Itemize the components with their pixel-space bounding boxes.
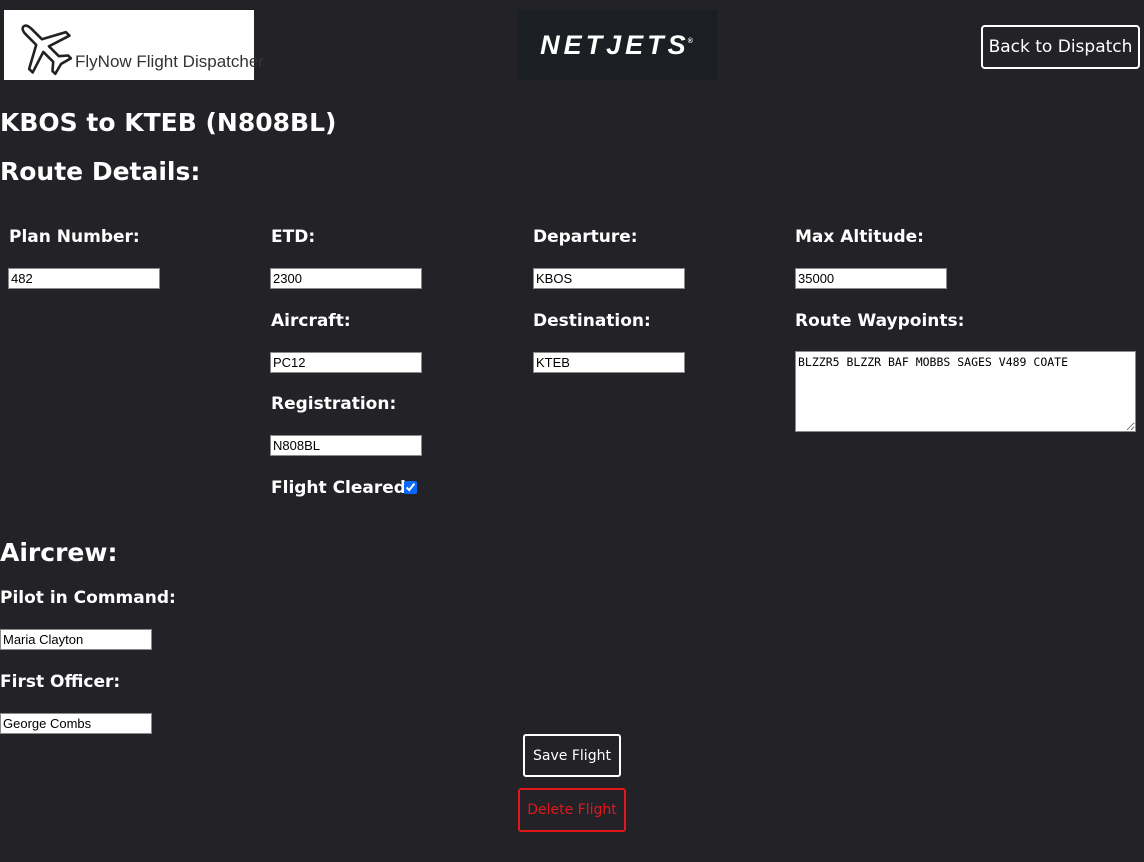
route-waypoints-field[interactable]: BLZZR5 BLZZR BAF MOBBS SAGES V489 COATE bbox=[795, 351, 1136, 432]
route-details-heading: Route Details: bbox=[0, 157, 201, 186]
save-flight-button[interactable]: Save Flight bbox=[523, 734, 621, 777]
etd-field[interactable] bbox=[270, 268, 422, 289]
flight-cleared-label: Flight Cleared bbox=[271, 478, 406, 498]
flight-cleared-checkbox[interactable] bbox=[404, 481, 417, 494]
back-to-dispatch-button[interactable]: Back to Dispatch bbox=[981, 25, 1140, 69]
netjets-logo: NETJETS® bbox=[518, 10, 717, 80]
registration-label: Registration: bbox=[271, 394, 397, 414]
netjets-logo-text: NETJETS® bbox=[540, 29, 693, 60]
delete-flight-button[interactable]: Delete Flight bbox=[518, 788, 626, 832]
pilot-in-command-label: Pilot in Command: bbox=[0, 588, 176, 608]
aircraft-label: Aircraft: bbox=[271, 311, 351, 331]
flynow-logo: FlyNow Flight Dispatcher bbox=[4, 10, 264, 80]
registration-field[interactable] bbox=[270, 435, 422, 456]
max-altitude-field[interactable] bbox=[795, 268, 947, 289]
logo-text: FlyNow Flight Dispatcher bbox=[75, 52, 264, 71]
max-altitude-label: Max Altitude: bbox=[795, 227, 924, 247]
destination-field[interactable] bbox=[533, 352, 685, 373]
plan-number-field[interactable] bbox=[8, 268, 160, 289]
departure-field[interactable] bbox=[533, 268, 685, 289]
aircrew-heading: Aircrew: bbox=[0, 538, 118, 567]
plan-number-label: Plan Number: bbox=[9, 227, 140, 247]
page-title: KBOS to KTEB (N808BL) bbox=[0, 108, 337, 137]
departure-label: Departure: bbox=[533, 227, 638, 247]
first-officer-label: First Officer: bbox=[0, 672, 121, 692]
pilot-in-command-field[interactable] bbox=[0, 629, 152, 650]
first-officer-field[interactable] bbox=[0, 713, 152, 734]
airplane-icon bbox=[21, 24, 73, 76]
destination-label: Destination: bbox=[533, 311, 651, 331]
aircraft-field[interactable] bbox=[270, 352, 422, 373]
etd-label: ETD: bbox=[271, 227, 316, 247]
route-waypoints-label: Route Waypoints: bbox=[795, 311, 965, 331]
